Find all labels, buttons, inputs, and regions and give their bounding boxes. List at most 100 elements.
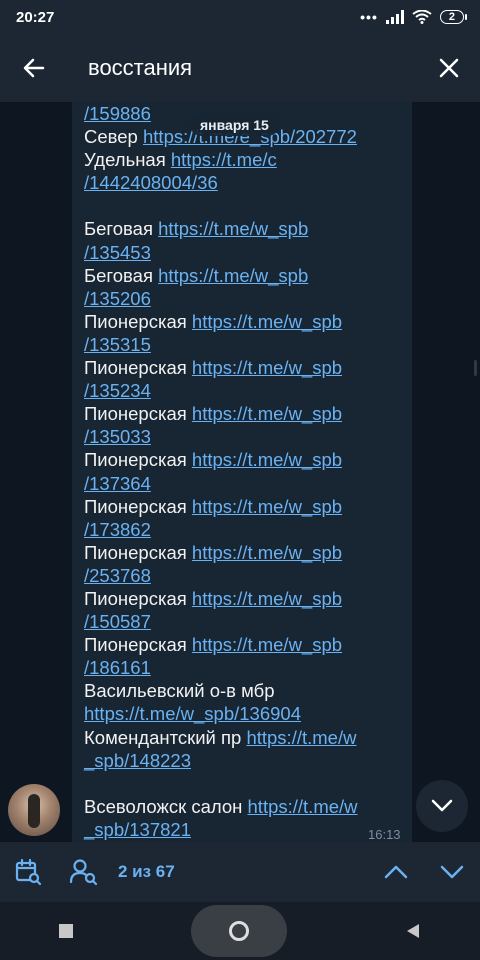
message-link[interactable]: /135206	[84, 288, 151, 309]
notification-dots-icon: •••	[360, 9, 378, 25]
system-navigation-bar	[0, 902, 480, 960]
date-pill: января 15	[190, 114, 279, 136]
station-label: Пионерская	[84, 587, 192, 609]
search-results-bar: 2 из 67	[0, 842, 480, 902]
home-button[interactable]	[191, 905, 287, 957]
message-line: Комендантский пр https://t.me/w	[84, 726, 404, 749]
message-link[interactable]: /137364	[84, 473, 151, 494]
message-line: /173862	[84, 518, 404, 541]
chevron-up-icon	[384, 865, 408, 879]
line-spacer	[84, 772, 404, 795]
message-line: Пионерская https://t.me/w_spb	[84, 310, 404, 333]
station-label: Васильевский о-в мбр	[84, 680, 275, 702]
message-line: _spb/148223	[84, 749, 404, 772]
calendar-search-icon	[15, 858, 42, 886]
message-line: /137364	[84, 472, 404, 495]
avatar[interactable]	[8, 784, 60, 836]
station-label: Пионерская	[84, 310, 192, 332]
chat-area[interactable]: /159886 Север https://t.me/e_spb/202772 Уд…	[0, 102, 480, 842]
message-time: 16:13	[368, 827, 401, 842]
message-line: Пионерская https://t.me/w_spb	[84, 541, 404, 564]
scroll-down-button[interactable]	[416, 780, 468, 832]
message-link[interactable]: https://t.me/w	[246, 727, 356, 748]
home-icon	[229, 921, 249, 941]
station-label: Пионерская	[84, 495, 192, 517]
back-triangle-icon[interactable]	[405, 923, 421, 939]
message-line: Пионерская https://t.me/w_spb	[84, 356, 404, 379]
next-result-button[interactable]	[424, 842, 480, 902]
message-link[interactable]: https://t.me/c	[171, 149, 277, 170]
message-line: /135234	[84, 379, 404, 402]
message-line: /186161	[84, 656, 404, 679]
message-line: /135206	[84, 287, 404, 310]
status-bar: 20:27 ••• 2	[0, 0, 480, 34]
message-link[interactable]: https://t.me/w	[248, 796, 358, 817]
search-by-date-button[interactable]	[0, 842, 56, 902]
station-label: Пионерская	[84, 357, 192, 379]
message-line: /135315	[84, 333, 404, 356]
message-link[interactable]: _spb/137821	[84, 819, 191, 840]
search-header	[0, 34, 480, 102]
message-line: Пионерская https://t.me/w_spb	[84, 402, 404, 425]
status-time: 20:27	[16, 8, 55, 26]
message-link[interactable]: https://t.me/w_spb	[192, 357, 342, 378]
scrollbar[interactable]	[474, 360, 477, 376]
message-link[interactable]: https://t.me/w_spb	[192, 634, 342, 655]
message-link[interactable]: https://t.me/w_spb	[192, 496, 342, 517]
message-line: /253768	[84, 564, 404, 587]
message-link[interactable]: /135315	[84, 334, 151, 355]
chevron-down-icon	[431, 799, 453, 812]
message-line: Пионерская https://t.me/w_spb	[84, 448, 404, 471]
message-link[interactable]: /186161	[84, 657, 151, 678]
message-line: /1442408004/36	[84, 171, 404, 194]
message-link[interactable]: /159886	[84, 103, 151, 124]
message-link[interactable]: https://t.me/w_spb	[192, 449, 342, 470]
message-line: /135033	[84, 425, 404, 448]
back-button[interactable]	[0, 34, 68, 102]
message-line: Пионерская https://t.me/w_spb	[84, 495, 404, 518]
message-line: Васильевский о-в мбр	[84, 679, 404, 702]
message-link[interactable]: https://t.me/w_spb	[192, 311, 342, 332]
station-label: Пионерская	[84, 634, 192, 656]
message-line: Беговая https://t.me/w_spb	[84, 264, 404, 287]
message-line: Беговая https://t.me/w_spb	[84, 217, 404, 240]
station-label: Всеволожск салон	[84, 795, 248, 817]
avatar-figure	[28, 794, 40, 828]
message-line: /150587	[84, 610, 404, 633]
message-line: Пионерская https://t.me/w_spb	[84, 633, 404, 656]
message-line: Всеволожск салон https://t.me/w	[84, 795, 404, 818]
message-link[interactable]: /173862	[84, 519, 151, 540]
message-link[interactable]: /135033	[84, 426, 151, 447]
user-search-icon	[69, 859, 98, 886]
search-by-user-button[interactable]	[56, 842, 112, 902]
station-label: Север	[84, 126, 143, 148]
station-label: Комендантский пр	[84, 726, 247, 748]
close-icon	[439, 58, 459, 78]
message-link[interactable]: /253768	[84, 565, 151, 586]
message-link[interactable]: _spb/148223	[84, 750, 191, 771]
message-link[interactable]: /1442408004/36	[84, 172, 218, 193]
station-label: Беговая	[84, 218, 159, 240]
recents-button[interactable]	[59, 924, 73, 938]
message-link[interactable]: https://t.me/w_spb	[158, 265, 308, 286]
message-link[interactable]: https://t.me/w_spb/136904	[84, 703, 301, 724]
previous-result-button[interactable]	[368, 842, 424, 902]
message-link[interactable]: https://t.me/w_spb	[192, 542, 342, 563]
search-input[interactable]	[68, 48, 418, 88]
arrow-left-icon	[23, 58, 45, 78]
message-link[interactable]: https://t.me/w_spb	[192, 403, 342, 424]
message-link[interactable]: https://t.me/w_spb	[158, 218, 308, 239]
message-line: _spb/137821	[84, 818, 404, 841]
message-link[interactable]: https://t.me/w_spb	[192, 588, 342, 609]
search-result-counter: 2 из 67	[118, 862, 175, 881]
station-label: Пионерская	[84, 403, 192, 425]
message-link[interactable]: /135234	[84, 380, 151, 401]
chevron-down-icon	[440, 865, 464, 879]
clear-search-button[interactable]	[418, 34, 480, 102]
battery-icon: 2	[439, 10, 468, 24]
message-line: Пионерская https://t.me/w_spb	[84, 587, 404, 610]
message-link[interactable]: /150587	[84, 611, 151, 632]
message-link[interactable]: /135453	[84, 242, 151, 263]
station-label: Пионерская	[84, 449, 192, 471]
message-text: /159886 Север https://t.me/e_spb/202772 Уд…	[84, 102, 404, 841]
